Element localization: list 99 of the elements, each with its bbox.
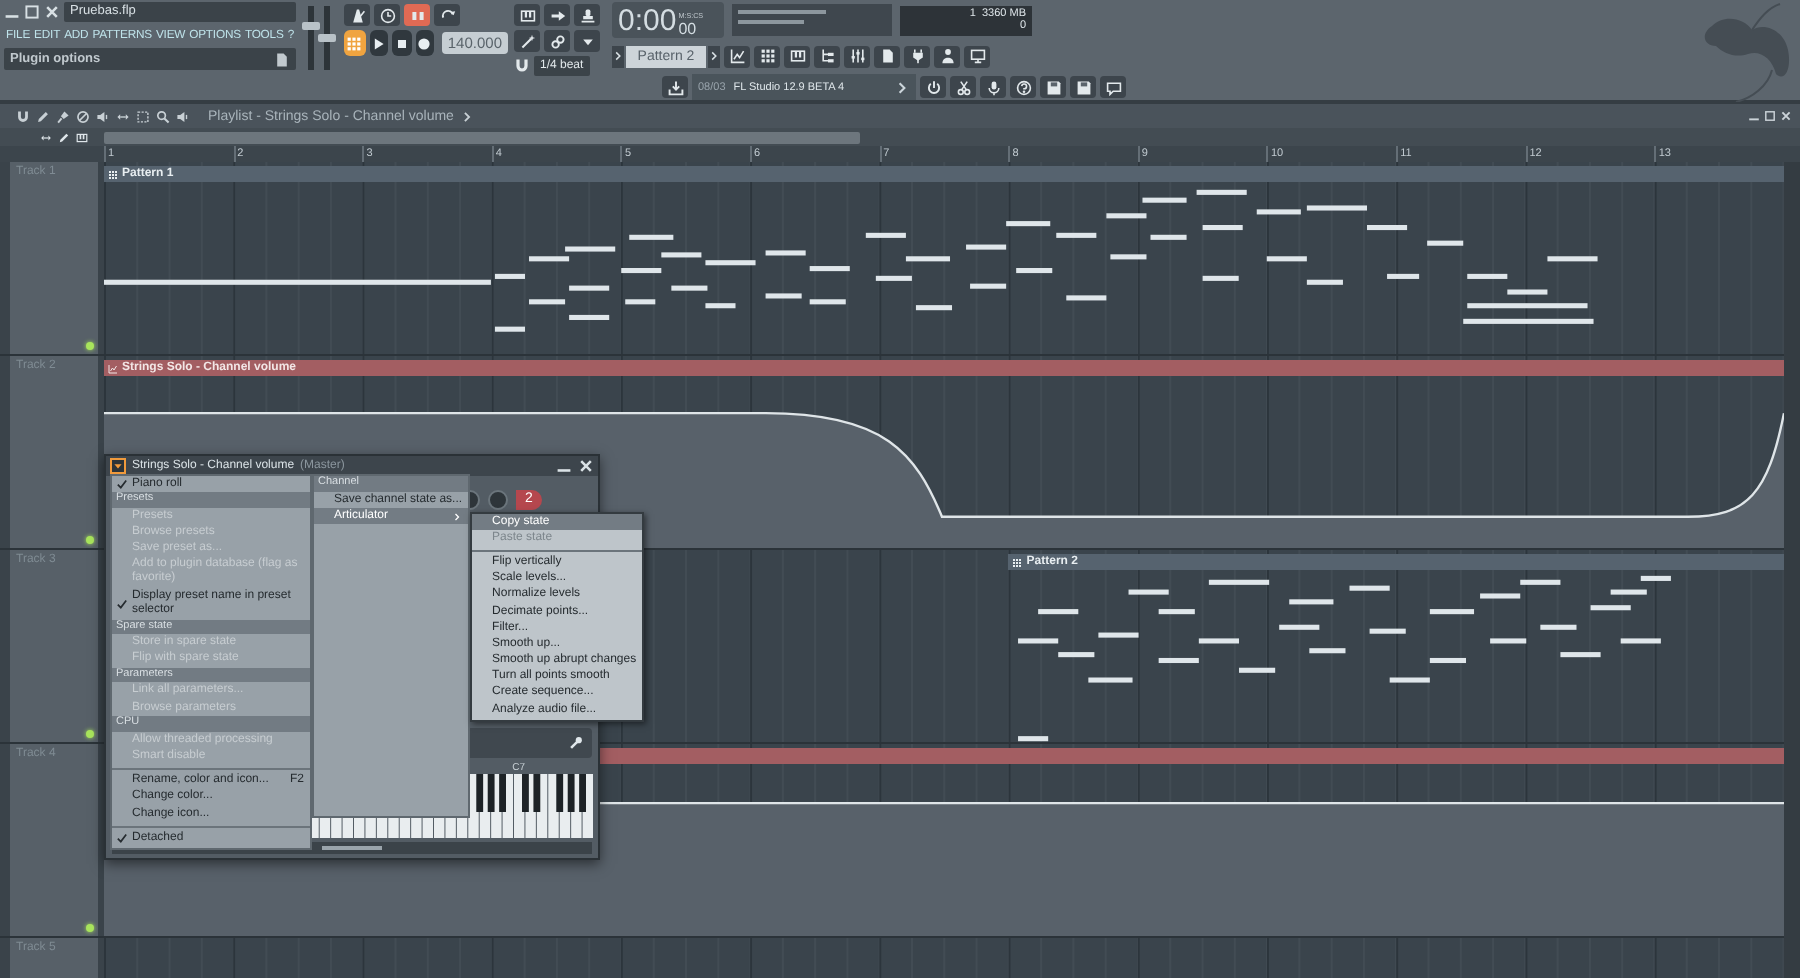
download-button[interactable]	[662, 76, 688, 98]
magnet-icon	[514, 58, 530, 74]
magnet-icon	[16, 109, 30, 123]
pattern-icon	[346, 35, 363, 51]
save-icon	[1075, 79, 1091, 95]
brush-icon	[56, 109, 70, 123]
slide-icon	[116, 109, 130, 123]
person-icon	[939, 48, 955, 64]
chart-icon	[729, 48, 745, 64]
power-icon	[925, 79, 941, 95]
zoom-icon	[156, 109, 170, 123]
track-led[interactable]	[86, 730, 94, 738]
play-button[interactable]	[369, 30, 389, 56]
document-button[interactable]	[874, 45, 900, 67]
chat-button[interactable]	[1100, 76, 1126, 98]
sliders-button[interactable]	[844, 45, 870, 67]
power-button[interactable]	[920, 76, 946, 98]
metronome-icon	[349, 7, 365, 23]
stamp-button[interactable]	[574, 4, 600, 26]
record-icon	[416, 35, 433, 51]
stop-button[interactable]	[392, 30, 412, 56]
wrench-icon	[568, 736, 584, 750]
save-button[interactable]	[1040, 76, 1066, 98]
close-icon	[1780, 110, 1792, 122]
wand-icon	[519, 33, 535, 49]
record-button[interactable]	[415, 30, 434, 56]
stop-icon	[393, 35, 410, 51]
slider-thumb[interactable]	[318, 34, 336, 42]
piano-keys-icon	[789, 48, 805, 64]
link-button[interactable]	[544, 30, 570, 52]
arrow-icon	[549, 7, 565, 23]
chevron-icon	[894, 79, 910, 95]
piano-keys-icon	[76, 131, 88, 143]
monitor-button[interactable]	[964, 45, 990, 67]
check-icon	[116, 478, 128, 491]
time-value: 0:00	[618, 6, 677, 38]
metronome-button[interactable]	[344, 4, 370, 26]
wand-button[interactable]	[514, 30, 540, 52]
grid-icon	[759, 48, 775, 64]
slider-thumb[interactable]	[302, 21, 320, 30]
close-icon	[578, 458, 594, 474]
microphone-icon	[985, 79, 1001, 95]
play-icon	[370, 35, 387, 51]
plugin-menu-button[interactable]	[110, 458, 126, 474]
chart-button[interactable]	[724, 45, 750, 67]
restore-icon	[1764, 110, 1776, 122]
no-entry-icon	[76, 109, 90, 123]
monitor-icon	[969, 48, 985, 64]
plug-button[interactable]	[904, 45, 930, 67]
save-icon	[1045, 79, 1061, 95]
restore-icon	[24, 4, 40, 20]
document-icon	[274, 51, 290, 67]
time-centiseconds: 00	[678, 20, 697, 38]
speaker-icon	[96, 109, 110, 123]
speaker-icon	[176, 109, 190, 123]
chevron-icon	[459, 109, 474, 123]
previous-button[interactable]	[612, 45, 624, 67]
pattern-mode-button[interactable]	[344, 30, 366, 56]
clock-button[interactable]	[374, 4, 400, 26]
scissors-button[interactable]	[950, 76, 976, 98]
link-icon	[549, 33, 565, 49]
track-led[interactable]	[86, 342, 94, 350]
tree-button[interactable]	[814, 45, 840, 67]
grid-button[interactable]	[754, 45, 780, 67]
piano-keys-button[interactable]	[784, 45, 810, 67]
chat-icon	[1105, 79, 1121, 95]
vertical-scrollbar[interactable]	[1784, 162, 1800, 978]
loop-icon	[439, 7, 455, 23]
slide-icon	[40, 131, 52, 143]
check-icon	[116, 832, 128, 845]
scissors-icon	[955, 79, 971, 95]
next-button[interactable]	[708, 45, 720, 67]
chevron-icon	[452, 511, 463, 522]
close-icon	[44, 4, 60, 20]
arrow-button[interactable]	[544, 4, 570, 26]
master-pitch-slider[interactable]	[324, 6, 330, 70]
document-icon	[879, 48, 895, 64]
check-icon	[116, 597, 128, 610]
piano-keys-button[interactable]	[514, 4, 540, 26]
person-button[interactable]	[934, 45, 960, 67]
track-led[interactable]	[86, 924, 94, 932]
master-volume-slider[interactable]	[308, 6, 314, 70]
save-button[interactable]	[1070, 76, 1096, 98]
track-led[interactable]	[86, 536, 94, 544]
microphone-button[interactable]	[980, 76, 1006, 98]
curve-icon	[108, 363, 118, 373]
piano-keys-icon	[519, 7, 535, 23]
clock-icon	[379, 7, 395, 23]
horizontal-scrollbar[interactable]	[104, 131, 860, 143]
help-button[interactable]	[1010, 76, 1036, 98]
loop-button[interactable]	[434, 4, 460, 26]
sliders-icon	[849, 48, 865, 64]
tree-icon	[819, 48, 835, 64]
help-icon	[1015, 79, 1031, 95]
selection-icon	[136, 109, 150, 123]
plug-icon	[909, 48, 925, 64]
stamp-icon	[579, 7, 595, 23]
caret-button[interactable]	[574, 30, 600, 52]
download-icon	[667, 79, 683, 95]
